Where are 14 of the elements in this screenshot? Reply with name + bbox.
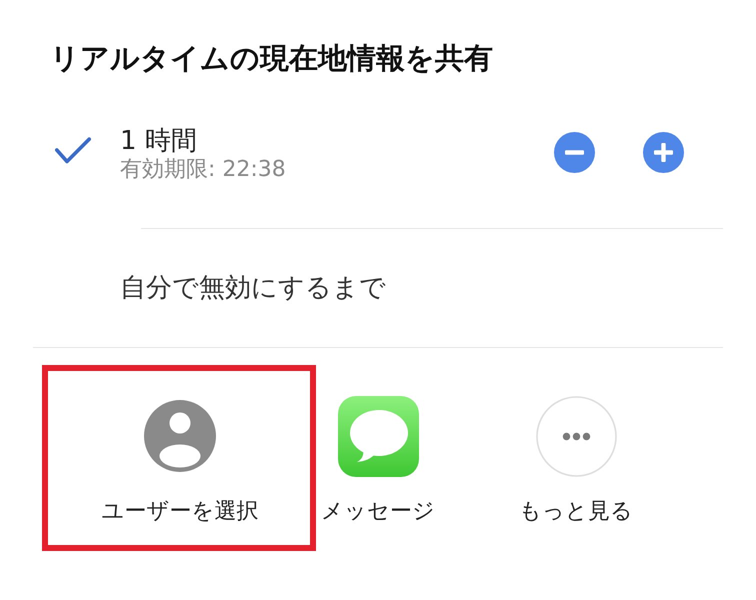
option-label[interactable]: 1 時間: [120, 126, 197, 156]
more-icon: [536, 396, 616, 477]
expiry-text: 有効期限: 22:38: [120, 156, 286, 184]
share-option[interactable]: もっと見る: [519, 396, 633, 525]
speech-bubble-icon: [338, 396, 418, 477]
increase-button[interactable]: [643, 132, 684, 172]
sheet-title: リアルタイムの現在地情報を共有: [50, 40, 493, 76]
option-label[interactable]: 自分で無効にするまで: [120, 273, 386, 303]
decrease-button[interactable]: [554, 132, 595, 172]
share-option[interactable]: メッセージ: [321, 396, 435, 525]
plus-icon: [643, 132, 684, 172]
minus-icon: [554, 132, 595, 172]
person-icon: [144, 400, 216, 472]
share-option[interactable]: ユーザーを選択: [102, 396, 258, 525]
